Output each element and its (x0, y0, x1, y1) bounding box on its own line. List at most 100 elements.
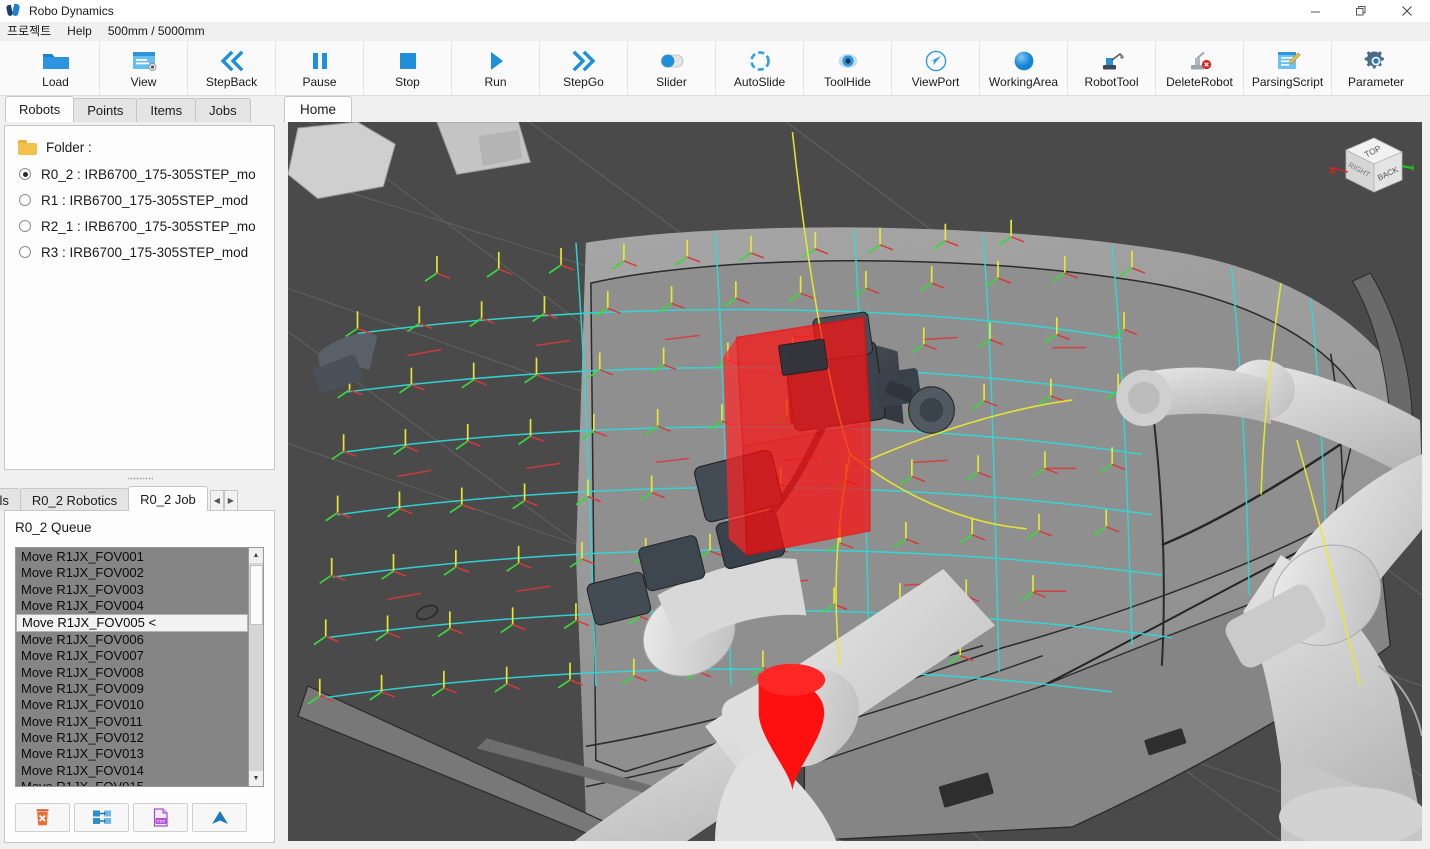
queue-item[interactable]: Move R1JX_FOV015 (16, 779, 248, 786)
toolbar-button-stepgo[interactable]: StepGo (540, 41, 628, 95)
toolbar-button-view[interactable]: View (100, 41, 188, 95)
toolbar-button-stepback[interactable]: StepBack (188, 41, 276, 95)
menu-item-project[interactable]: 프로젝트 (0, 22, 59, 41)
3d-viewport[interactable]: TOP RIGHT BACK X (288, 122, 1422, 841)
queue-title: R0_2 Queue (15, 520, 92, 535)
toolbar-button-toolhide[interactable]: ToolHide (804, 41, 892, 95)
scroll-down-button[interactable]: ▼ (249, 771, 263, 786)
toolbar-button-deleterobot[interactable]: DeleteRobot (1156, 41, 1244, 95)
left-panel: Robots Points Items Jobs Folder : R0_2 :… (0, 96, 279, 849)
toolbar-button-stop[interactable]: Stop (364, 41, 452, 95)
radio-icon[interactable] (19, 194, 31, 206)
queue-item[interactable]: Move R1JX_FOV003 (16, 582, 248, 598)
eye-dot-icon (835, 48, 861, 74)
toolbar-label: ToolHide (824, 74, 871, 89)
robot-list-item-r2-1[interactable]: R2_1 : IRB6700_175-305STEP_mo (5, 213, 274, 239)
toolbar-button-parsingscript[interactable]: ParsingScript (1244, 41, 1332, 95)
queue-item[interactable]: Move R1JX_FOV014 (16, 763, 248, 779)
close-button[interactable] (1384, 0, 1430, 22)
queue-item[interactable]: Move R1JX_FOV013 (16, 746, 248, 762)
viewport-tabstrip: Home (279, 96, 1430, 122)
robot-list-item-r0-2[interactable]: R0_2 : IRB6700_175-305STEP_mo (5, 161, 274, 187)
radio-icon[interactable] (19, 246, 31, 258)
tab-home[interactable]: Home (284, 96, 353, 122)
job-tabstrip: ools R0_2 Robotics R0_2 Job ◀ ▶ (0, 486, 279, 511)
export-txt-button[interactable]: TXT (133, 803, 188, 832)
tab-tools[interactable]: ools (0, 488, 21, 511)
queue-item[interactable]: Move R1JX_FOV007 (16, 648, 248, 664)
queue-action-buttons: TXT (15, 803, 264, 832)
menu-scale-indicator[interactable]: 500mm / 5000mm (100, 22, 213, 41)
tab-r0-2-robotics[interactable]: R0_2 Robotics (19, 488, 130, 511)
viewport-panel: Home TOP RIGHT BACK X (279, 96, 1430, 849)
app-title: Robo Dynamics (29, 4, 114, 18)
queue-item[interactable]: Move R1JX_FOV002 (16, 565, 248, 581)
toolbar-button-viewport[interactable]: ViewPort (892, 41, 980, 95)
up-arrow-icon (211, 811, 228, 824)
cube-axis-x: X (1329, 166, 1336, 177)
txt-file-icon: TXT (153, 808, 168, 827)
tab-scroll-right-button[interactable]: ▶ (223, 490, 238, 511)
restore-button[interactable] (1338, 0, 1384, 22)
job-panel: ools R0_2 Robotics R0_2 Job ◀ ▶ R0_2 Que… (0, 486, 279, 849)
queue-item[interactable]: Move R1JX_FOV010 (16, 697, 248, 713)
radio-icon[interactable] (19, 220, 31, 232)
toolbar-button-slider[interactable]: Slider (628, 41, 716, 95)
robot-delete-icon (1186, 48, 1214, 74)
radio-icon[interactable] (19, 168, 31, 180)
toolbar-button-parameter[interactable]: Parameter (1332, 41, 1420, 95)
folder-row[interactable]: Folder : (5, 133, 274, 161)
tab-items[interactable]: Items (136, 98, 197, 122)
queue-scrollbar[interactable]: ▲ ▼ (248, 548, 263, 786)
queue-item[interactable]: Move R1JX_FOV006 (16, 632, 248, 648)
main-toolbar: Load View StepBack Pause Stop Run StepGo… (0, 41, 1430, 96)
queue-item[interactable]: Move R1JX_FOV008 (16, 665, 248, 681)
queue-item[interactable]: Move R1JX_FOV009 (16, 681, 248, 697)
toolbar-label: AutoSlide (733, 74, 786, 89)
window-view-icon (130, 48, 158, 74)
toolbar-button-load[interactable]: Load (12, 41, 100, 95)
queue-item[interactable]: Move R1JX_FOV011 (16, 714, 248, 730)
transfer-queue-button[interactable] (74, 803, 129, 832)
3d-scene (288, 122, 1422, 841)
folder-open-icon (41, 48, 71, 74)
minimize-button[interactable] (1292, 0, 1338, 22)
robot-list-item-r1[interactable]: R1 : IRB6700_175-305STEP_mod (5, 187, 274, 213)
tab-r0-2-job[interactable]: R0_2 Job (128, 486, 208, 511)
view-cube[interactable]: TOP RIGHT BACK X (1322, 128, 1414, 210)
toolbar-button-autoslide[interactable]: AutoSlide (716, 41, 804, 95)
gear-icon (1364, 48, 1388, 74)
toolbar-button-run[interactable]: Run (452, 41, 540, 95)
double-chevron-right-icon (569, 48, 599, 74)
robot-label: R1 : IRB6700_175-305STEP_mod (41, 192, 249, 208)
scroll-up-button[interactable]: ▲ (249, 548, 263, 563)
toolbar-button-workingarea[interactable]: WorkingArea (980, 41, 1068, 95)
double-chevron-left-icon (217, 48, 247, 74)
toolbar-label: View (130, 74, 157, 89)
panel-splitter[interactable] (0, 474, 279, 482)
queue-item[interactable]: Move R1JX_FOV004 (16, 598, 248, 614)
scrollbar-thumb[interactable] (250, 565, 263, 625)
toolbar-button-robottool[interactable]: RobotTool (1068, 41, 1156, 95)
window-controls (1292, 0, 1430, 22)
move-up-button[interactable] (192, 803, 247, 832)
menu-item-help[interactable]: Help (59, 22, 100, 41)
toolbar-label: Parameter (1347, 74, 1405, 89)
scroll-down-glyph: ▼ (252, 775, 260, 782)
tab-robots[interactable]: Robots (5, 96, 75, 122)
tab-jobs[interactable]: Jobs (195, 98, 251, 122)
queue-item[interactable]: Move R1JX_FOV001 (16, 549, 248, 565)
robot-list-item-r3[interactable]: R3 : IRB6700_175-305STEP_mod (5, 239, 274, 265)
tab-points[interactable]: Points (73, 98, 138, 122)
delete-queue-button[interactable] (15, 803, 70, 832)
queue-item-selected[interactable]: Move R1JX_FOV005 < (16, 614, 248, 633)
queue-item[interactable]: Move R1JX_FOV012 (16, 730, 248, 746)
robot-label: R0_2 : IRB6700_175-305STEP_mo (41, 166, 256, 182)
tab-scroll-left-button[interactable]: ◀ (209, 490, 224, 511)
queue-list[interactable]: Move R1JX_FOV001 Move R1JX_FOV002 Move R… (16, 548, 248, 786)
app-logo-icon (5, 3, 21, 18)
folder-icon (18, 139, 37, 155)
toolbar-label: RobotTool (1084, 74, 1139, 89)
main-content: Robots Points Items Jobs Folder : R0_2 :… (0, 96, 1430, 849)
toolbar-button-pause[interactable]: Pause (276, 41, 364, 95)
